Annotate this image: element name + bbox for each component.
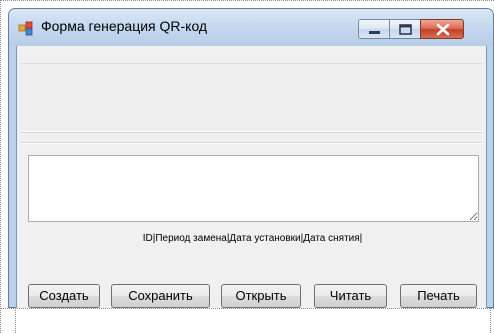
app-icon	[18, 20, 34, 36]
designer-guide-top	[0, 0, 494, 1]
designer-guide-left	[0, 0, 1, 333]
data-textbox[interactable]	[28, 155, 479, 222]
close-icon	[436, 23, 450, 36]
designer-guide-bottom	[0, 308, 494, 309]
maximize-button[interactable]	[389, 19, 421, 39]
minimize-icon	[369, 31, 380, 34]
close-button[interactable]	[420, 19, 464, 39]
save-button[interactable]: Сохранить	[111, 284, 210, 308]
columns-label: ID|Период замена|Дата установки|Дата сня…	[142, 233, 363, 244]
separator	[20, 142, 483, 144]
designer-guide-bottom-left	[15, 308, 16, 333]
minimize-button[interactable]	[358, 19, 390, 39]
open-button[interactable]: Открыть	[221, 284, 301, 308]
designer-guide-bottom-right	[490, 308, 491, 333]
top-panel	[20, 63, 483, 132]
form-window: Форма генерация QR-код ID|Период замена|…	[8, 8, 494, 308]
create-button[interactable]: Создать	[28, 284, 100, 308]
window-title: Форма генерация QR-код	[41, 18, 208, 34]
read-button[interactable]: Читать	[314, 284, 387, 308]
print-button[interactable]: Печать	[400, 284, 477, 308]
form-client-area: ID|Период замена|Дата установки|Дата сня…	[16, 46, 487, 308]
maximize-icon	[399, 24, 412, 35]
title-bar[interactable]: Форма генерация QR-код	[9, 9, 493, 46]
